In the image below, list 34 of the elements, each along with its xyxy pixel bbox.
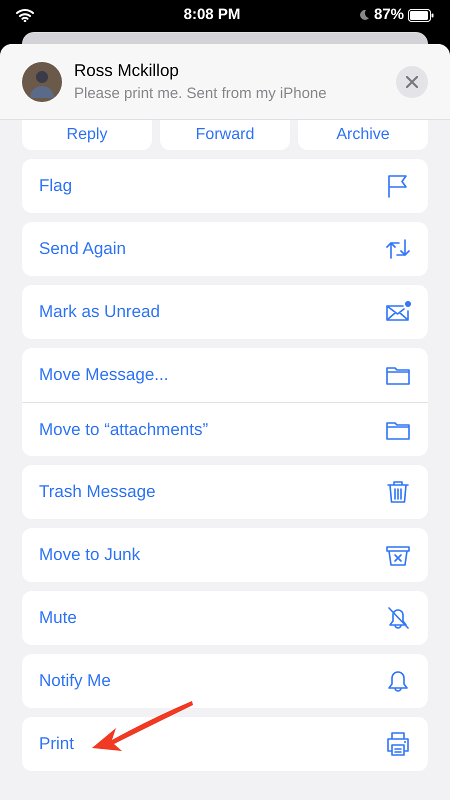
action-label: Mark as Unread: [39, 301, 160, 324]
action-row[interactable]: Print: [22, 717, 428, 771]
action-row[interactable]: Flag: [22, 159, 428, 213]
action-label: Send Again: [39, 238, 126, 260]
action-label: Trash Message: [39, 481, 156, 504]
action-label: Move Message...: [39, 364, 168, 386]
wifi-icon: [16, 8, 34, 22]
action-label: Move to Junk: [39, 544, 140, 566]
action-label: Flag: [39, 175, 72, 198]
action-row[interactable]: Notify Me: [22, 654, 428, 708]
action-row[interactable]: Move Message...: [22, 348, 428, 402]
quick-action-button[interactable]: Archive: [298, 120, 428, 150]
action-row[interactable]: Move to “attachments”: [22, 402, 428, 456]
avatar: [22, 62, 62, 102]
close-button[interactable]: [396, 66, 428, 98]
moon-icon: [358, 9, 370, 21]
battery-icon: [408, 8, 434, 22]
action-row[interactable]: Mark as Unread: [22, 285, 428, 339]
close-icon: [405, 74, 419, 88]
message-preview: Please print me. Sent from my iPhone: [74, 84, 328, 104]
quick-action-button[interactable]: Forward: [160, 120, 290, 150]
action-row[interactable]: Trash Message: [22, 465, 428, 519]
action-label: Mute: [39, 607, 77, 630]
action-label: Notify Me: [39, 670, 111, 692]
action-label: Move to “attachments”: [39, 418, 208, 441]
action-row[interactable]: Mute: [22, 591, 428, 645]
action-row[interactable]: Move to Junk: [22, 528, 428, 582]
status-time: 8:08 PM: [184, 4, 240, 25]
sender-name: Ross Mckillop: [74, 60, 180, 82]
battery-percent: 87%: [374, 4, 404, 25]
action-label: Print: [39, 733, 74, 756]
action-row[interactable]: Send Again: [22, 222, 428, 276]
quick-action-button[interactable]: Reply: [22, 120, 152, 150]
printer-icon: [384, 730, 412, 758]
